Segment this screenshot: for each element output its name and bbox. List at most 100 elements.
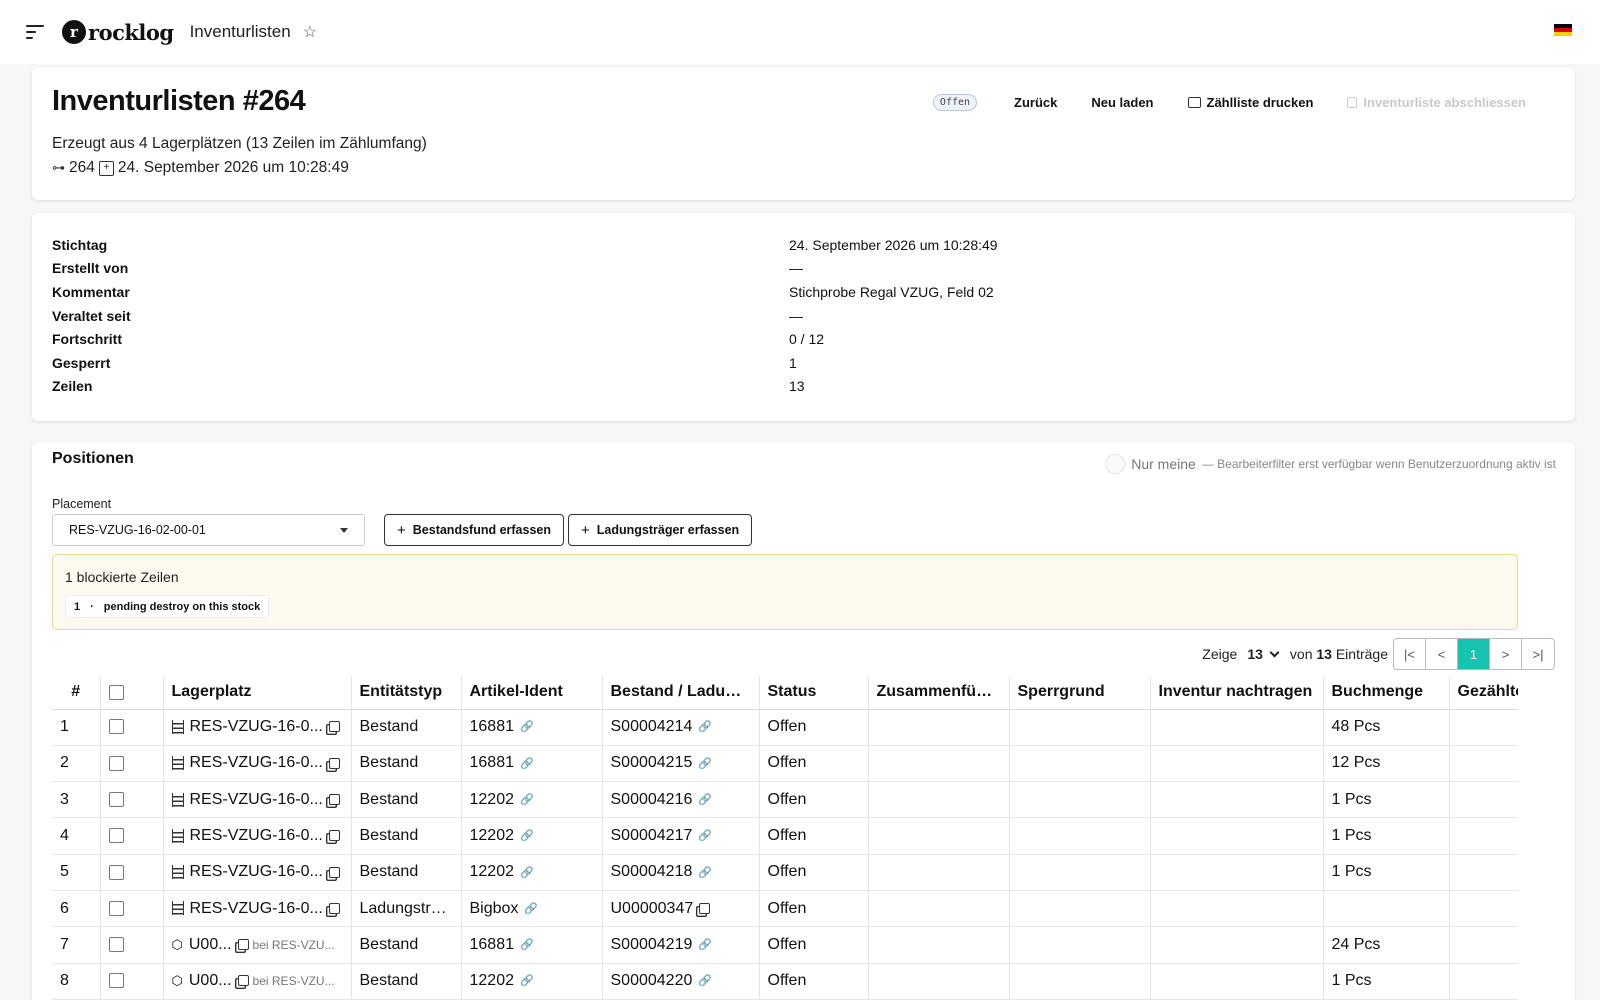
- row-checkbox[interactable]: [108, 937, 124, 953]
- counted-qty-cell[interactable]: [1449, 709, 1518, 746]
- copy-icon[interactable]: [328, 794, 340, 805]
- article-value[interactable]: 12202: [470, 972, 515, 989]
- counted-qty-cell[interactable]: [1449, 817, 1518, 855]
- back-button[interactable]: Zurück: [997, 95, 1074, 110]
- table-row[interactable]: 3 RES-VZUG-16-0... Bestand 12202 🔗 S00004216 🔗…: [52, 781, 1518, 819]
- copy-icon[interactable]: [237, 975, 249, 987]
- article-value[interactable]: 16881: [470, 936, 515, 953]
- col-header-stock[interactable]: Bestand / Ladungsträger: [602, 676, 760, 710]
- location-value[interactable]: RES-VZUG-16-0...: [190, 863, 323, 880]
- page-button[interactable]: 1: [1458, 639, 1490, 669]
- link-icon[interactable]: 🔗: [520, 975, 534, 987]
- counted-qty-cell[interactable]: [1449, 890, 1518, 928]
- article-value[interactable]: 12202: [470, 827, 515, 844]
- row-checkbox[interactable]: [108, 973, 124, 989]
- location-value[interactable]: RES-VZUG-16-0...: [190, 718, 323, 735]
- counted-qty-cell[interactable]: [1449, 854, 1518, 891]
- col-header-book-qty[interactable]: Buchmenge: [1323, 676, 1450, 710]
- select-all-checkbox[interactable]: [108, 684, 124, 700]
- link-icon[interactable]: 🔗: [698, 975, 712, 987]
- counted-qty-cell[interactable]: [1449, 745, 1518, 783]
- logo[interactable]: r rocklog: [62, 20, 174, 45]
- language-flag-icon[interactable]: [1554, 24, 1572, 36]
- stock-value[interactable]: S00004220: [611, 972, 693, 989]
- stock-value[interactable]: S00004216: [611, 791, 693, 808]
- reload-button[interactable]: Neu laden: [1074, 95, 1170, 110]
- col-header-article[interactable]: Artikel-Ident: [461, 676, 603, 710]
- counted-qty-cell[interactable]: [1449, 926, 1518, 964]
- table-row[interactable]: 4 RES-VZUG-16-0... Bestand 12202 🔗 S00004217 🔗…: [52, 817, 1518, 855]
- add-stock-button[interactable]: + Bestandsfund erfassen: [384, 514, 564, 546]
- row-checkbox[interactable]: [108, 755, 124, 771]
- link-icon[interactable]: 🔗: [520, 830, 534, 842]
- article-value[interactable]: 16881: [470, 754, 515, 771]
- location-value[interactable]: RES-VZUG-16-0...: [190, 900, 323, 917]
- positions-table-wrap[interactable]: # Lagerplatz Entitätstyp Artikel-Ident B…: [52, 676, 1518, 1000]
- location-value[interactable]: RES-VZUG-16-0...: [190, 827, 323, 844]
- copy-icon[interactable]: [328, 866, 340, 878]
- link-icon[interactable]: 🔗: [520, 758, 534, 770]
- link-icon[interactable]: 🔗: [520, 867, 534, 879]
- table-row[interactable]: 1 RES-VZUG-16-0... Bestand 16881 🔗 S00004214 🔗…: [52, 709, 1518, 746]
- col-header-location[interactable]: Lagerplatz: [163, 676, 352, 710]
- link-icon[interactable]: 🔗: [524, 903, 538, 915]
- menu-icon[interactable]: [26, 25, 44, 39]
- star-icon[interactable]: ☆: [303, 22, 317, 42]
- prev-page-button[interactable]: <: [1426, 639, 1458, 669]
- col-header-entity-type[interactable]: Entitätstyp: [351, 676, 462, 710]
- location-value[interactable]: U00...: [189, 972, 232, 989]
- row-checkbox[interactable]: [108, 719, 124, 735]
- print-button[interactable]: Zählliste drucken: [1171, 95, 1331, 110]
- next-page-button[interactable]: >: [1490, 639, 1522, 669]
- counted-qty-cell[interactable]: [1449, 963, 1518, 1000]
- link-icon[interactable]: 🔗: [698, 830, 712, 842]
- stock-value[interactable]: S00004218: [611, 863, 693, 880]
- link-icon[interactable]: 🔗: [698, 794, 712, 806]
- placement-select[interactable]: RES-VZUG-16-02-00-01: [52, 514, 365, 546]
- link-icon[interactable]: 🔗: [520, 794, 534, 806]
- stock-value[interactable]: S00004217: [611, 827, 693, 844]
- article-value[interactable]: Bigbox: [470, 900, 519, 917]
- row-checkbox[interactable]: [108, 828, 124, 844]
- location-value[interactable]: RES-VZUG-16-0...: [190, 791, 323, 808]
- table-row[interactable]: 2 RES-VZUG-16-0... Bestand 16881 🔗 S00004215 🔗…: [52, 745, 1518, 783]
- add-carrier-button[interactable]: + Ladungsträger erfassen: [568, 514, 753, 546]
- article-value[interactable]: 12202: [470, 863, 515, 880]
- table-row[interactable]: 5 RES-VZUG-16-0... Bestand 12202 🔗 S00004218 🔗…: [52, 854, 1518, 891]
- col-header-index[interactable]: #: [52, 676, 101, 710]
- close-list-button[interactable]: Inventurliste abschliessen: [1330, 95, 1543, 110]
- per-page-select[interactable]: 13: [1247, 646, 1280, 662]
- link-icon[interactable]: 🔗: [520, 939, 534, 951]
- copy-icon[interactable]: [328, 757, 340, 769]
- link-icon[interactable]: 🔗: [520, 721, 534, 733]
- link-icon[interactable]: 🔗: [698, 867, 712, 879]
- copy-icon[interactable]: [328, 830, 340, 842]
- copy-icon[interactable]: [328, 721, 340, 733]
- col-header-merge[interactable]: Zusammenführung: [868, 676, 1010, 710]
- stock-value[interactable]: S00004214: [611, 718, 693, 735]
- stock-value[interactable]: U00000347: [611, 900, 694, 917]
- col-header-post-inventory[interactable]: Inventur nachtragen: [1150, 676, 1324, 710]
- table-row[interactable]: 6 RES-VZUG-16-0... Ladungsträ... Bigbox 🔗 U00…: [52, 890, 1518, 928]
- stock-value[interactable]: S00004219: [611, 936, 693, 953]
- only-mine-toggle[interactable]: [1105, 454, 1126, 474]
- location-value[interactable]: RES-VZUG-16-0...: [190, 754, 323, 771]
- link-icon[interactable]: 🔗: [698, 758, 712, 770]
- copy-icon[interactable]: [328, 902, 340, 914]
- row-checkbox[interactable]: [108, 864, 124, 880]
- row-checkbox[interactable]: [108, 900, 124, 916]
- counted-qty-cell[interactable]: [1449, 781, 1518, 819]
- copy-icon[interactable]: [237, 939, 249, 951]
- article-value[interactable]: 12202: [470, 791, 515, 808]
- last-page-button[interactable]: >|: [1522, 639, 1554, 669]
- table-row[interactable]: 7 ⬡ U00... bei RES-VZU... Bestand 16881 🔗 S0000…: [52, 926, 1518, 964]
- table-row[interactable]: 8 ⬡ U00... bei RES-VZU... Bestand 12202 🔗 S0000…: [52, 963, 1518, 1000]
- col-header-block-reason[interactable]: Sperrgrund: [1009, 676, 1151, 710]
- stock-value[interactable]: S00004215: [611, 754, 693, 771]
- copy-icon[interactable]: [699, 902, 711, 914]
- first-page-button[interactable]: |<: [1394, 639, 1426, 669]
- link-icon[interactable]: 🔗: [698, 721, 712, 733]
- col-header-counted-qty[interactable]: Gezählte Menge: [1449, 676, 1518, 710]
- article-value[interactable]: 16881: [470, 718, 515, 735]
- row-checkbox[interactable]: [108, 792, 124, 807]
